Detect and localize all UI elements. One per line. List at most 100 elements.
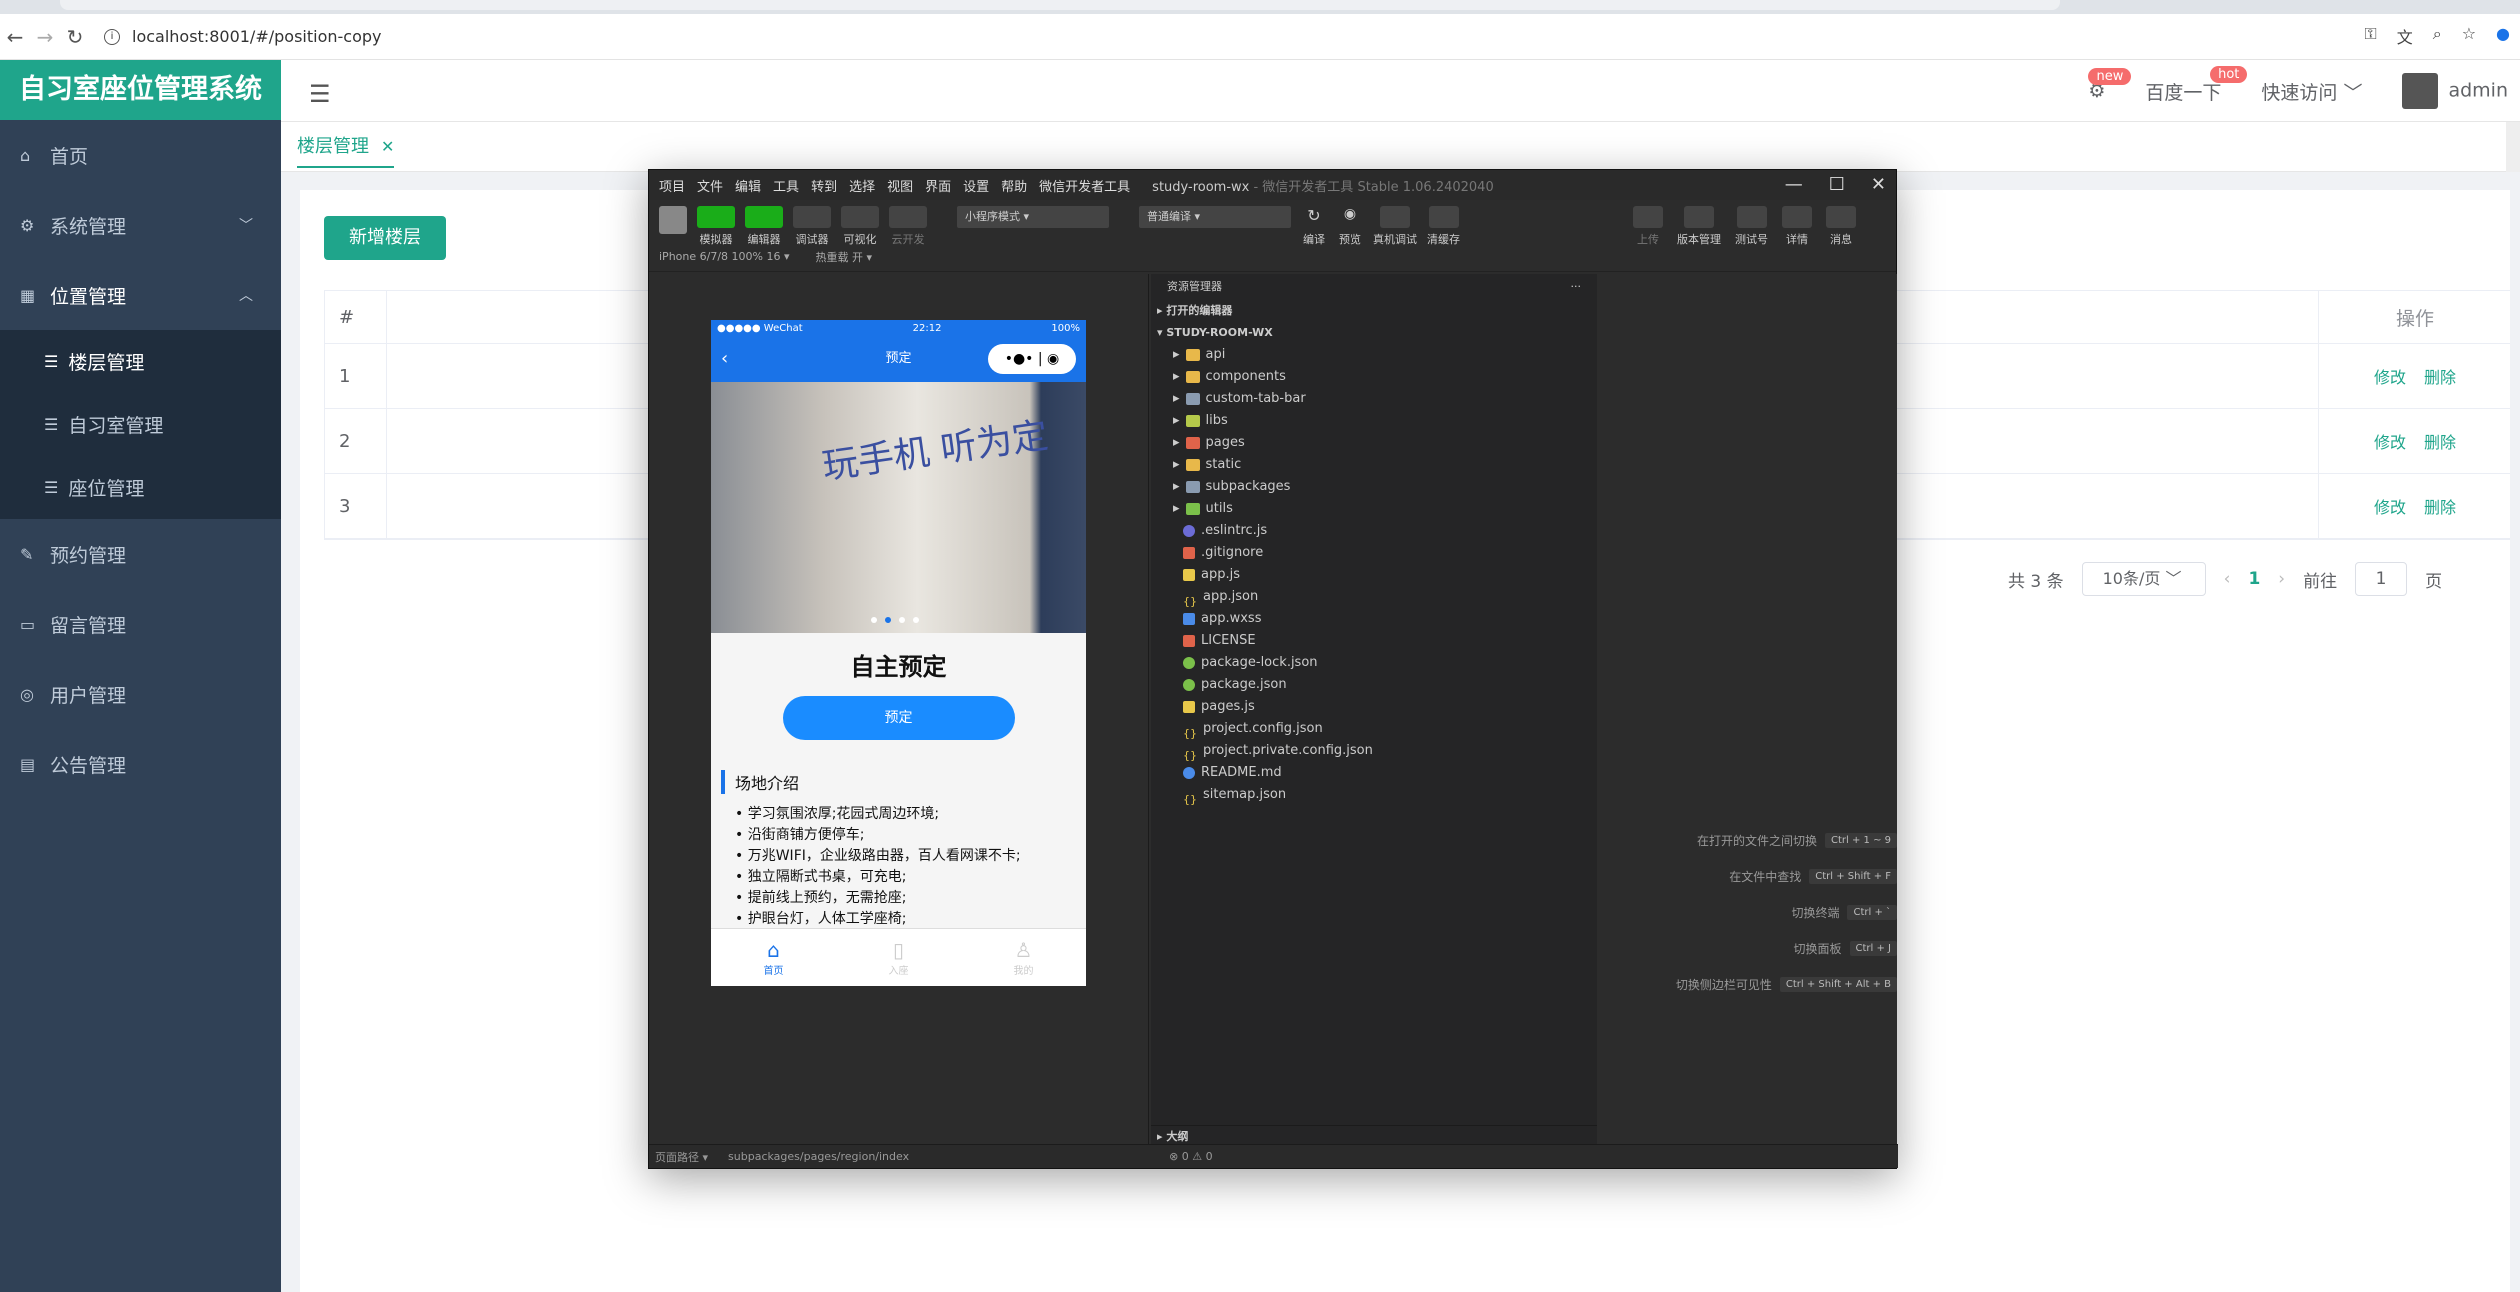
- details-button[interactable]: 详情: [1782, 206, 1812, 247]
- error-count[interactable]: ⊗ 0 ⚠ 0: [1169, 1150, 1213, 1163]
- sidebar-item-seat[interactable]: ☰ 座位管理: [0, 456, 281, 519]
- cloud-button[interactable]: 云开发: [889, 206, 927, 247]
- add-floor-button[interactable]: 新增楼层: [324, 216, 446, 260]
- sidebar-item-notice[interactable]: ▤ 公告管理: [0, 729, 281, 799]
- more-icon[interactable]: ···: [1571, 274, 1582, 300]
- page-size-select[interactable]: 10条/页 ﹀: [2081, 562, 2206, 596]
- quick-access-dropdown[interactable]: 快速访问 ﹀: [2261, 78, 2362, 105]
- messages-button[interactable]: 消息: [1826, 206, 1856, 247]
- file-item[interactable]: app.wxss: [1151, 608, 1597, 630]
- test-account-button[interactable]: 测试号: [1735, 206, 1768, 247]
- folder-item[interactable]: ▸ pages: [1151, 432, 1597, 454]
- baidu-link[interactable]: 百度一下 hot: [2145, 65, 2248, 105]
- file-item[interactable]: .gitignore: [1151, 542, 1597, 564]
- tag-floor-management[interactable]: 楼层管理 ✕: [297, 132, 395, 168]
- file-item[interactable]: {} project.private.config.json: [1151, 740, 1597, 762]
- page-path-label[interactable]: 页面路径 ▾: [655, 1149, 708, 1165]
- site-info-icon[interactable]: i: [104, 28, 120, 45]
- sidebar-item-system[interactable]: ⚙ 系统管理 ﹀: [0, 190, 281, 260]
- hamburger-icon[interactable]: ☰: [309, 80, 331, 108]
- tab-seat[interactable]: ▯ 入座: [889, 938, 909, 977]
- file-item[interactable]: package-lock.json: [1151, 652, 1597, 674]
- simulator-button[interactable]: 模拟器: [697, 206, 735, 247]
- file-item[interactable]: LICENSE: [1151, 630, 1597, 652]
- sidebar-item-floor[interactable]: ☰ 楼层管理: [0, 330, 281, 393]
- sidebar-item-user[interactable]: ◎ 用户管理: [0, 659, 281, 729]
- folder-item[interactable]: ▸ subpackages: [1151, 476, 1597, 498]
- file-item[interactable]: {} project.config.json: [1151, 718, 1597, 740]
- next-page-icon[interactable]: ›: [2278, 569, 2285, 589]
- browser-tab[interactable]: [60, 0, 2060, 10]
- upload-button[interactable]: 上传: [1633, 206, 1663, 247]
- back-icon[interactable]: ‹: [721, 336, 728, 382]
- open-editors-section[interactable]: ▸ 打开的编辑器: [1151, 300, 1597, 322]
- folder-item[interactable]: ▸ components: [1151, 366, 1597, 388]
- hot-reload-select[interactable]: 热重载 开 ▾: [816, 249, 873, 265]
- folder-item[interactable]: ▸ utils: [1151, 498, 1597, 520]
- tab-home[interactable]: ⌂ 首页: [764, 938, 784, 977]
- address-bar[interactable]: i localhost:8001/#/position-copy: [104, 27, 381, 46]
- folder-item[interactable]: ▸ static: [1151, 454, 1597, 476]
- prev-page-icon[interactable]: ‹: [2224, 569, 2231, 589]
- menu-wechat-devtools[interactable]: 微信开发者工具: [1039, 176, 1130, 195]
- user-menu[interactable]: admin: [2402, 73, 2508, 109]
- page-number[interactable]: 1: [2248, 569, 2260, 589]
- settings-button[interactable]: ⚙ new: [2088, 68, 2132, 102]
- mode-select[interactable]: 小程序模式 ▾: [957, 206, 1109, 228]
- file-item[interactable]: app.js: [1151, 564, 1597, 586]
- minimize-icon[interactable]: —: [1785, 174, 1803, 195]
- file-item[interactable]: pages.js: [1151, 696, 1597, 718]
- folder-item[interactable]: ▸ libs: [1151, 410, 1597, 432]
- menu-edit[interactable]: 编辑: [735, 176, 761, 195]
- goto-input[interactable]: 1: [2355, 562, 2408, 596]
- folder-item[interactable]: ▸ custom-tab-bar: [1151, 388, 1597, 410]
- scrollbar[interactable]: [2506, 122, 2520, 172]
- delete-link[interactable]: 删除: [2424, 494, 2456, 518]
- clear-cache-button[interactable]: 清缓存: [1427, 206, 1460, 247]
- menu-tools[interactable]: 工具: [773, 176, 799, 195]
- version-button[interactable]: 版本管理: [1677, 206, 1721, 247]
- edit-link[interactable]: 修改: [2374, 429, 2406, 453]
- file-item[interactable]: README.md: [1151, 762, 1597, 784]
- compile-button[interactable]: ↻ 编译: [1301, 206, 1327, 247]
- close-icon[interactable]: ✕: [1871, 174, 1886, 195]
- menu-interface[interactable]: 界面: [925, 176, 951, 195]
- delete-link[interactable]: 删除: [2424, 364, 2456, 388]
- preview-button[interactable]: ◉ 预览: [1337, 206, 1363, 247]
- menu-goto[interactable]: 转到: [811, 176, 837, 195]
- delete-link[interactable]: 删除: [2424, 429, 2456, 453]
- file-item[interactable]: .eslintrc.js: [1151, 520, 1597, 542]
- menu-select[interactable]: 选择: [849, 176, 875, 195]
- back-icon[interactable]: ←: [0, 25, 30, 49]
- reserve-button[interactable]: 预定: [782, 696, 1015, 740]
- star-icon[interactable]: ☆: [2462, 24, 2476, 48]
- edit-link[interactable]: 修改: [2374, 494, 2406, 518]
- banner-image[interactable]: 玩手机 听为定: [711, 382, 1086, 633]
- reload-icon[interactable]: ↻: [60, 25, 90, 49]
- sidebar-item-home[interactable]: ⌂ 首页: [0, 120, 281, 190]
- edit-link[interactable]: 修改: [2374, 364, 2406, 388]
- sidebar-item-message[interactable]: ▭ 留言管理: [0, 589, 281, 659]
- maximize-icon[interactable]: ☐: [1829, 174, 1845, 195]
- compile-select[interactable]: 普通编译 ▾: [1139, 206, 1291, 228]
- sidebar-item-room[interactable]: ☰ 自习室管理: [0, 393, 281, 456]
- debugger-button[interactable]: 调试器: [793, 206, 831, 247]
- zoom-icon[interactable]: ⌕: [2433, 24, 2442, 48]
- url-text[interactable]: localhost:8001/#/position-copy: [132, 27, 381, 46]
- menu-view[interactable]: 视图: [887, 176, 913, 195]
- editor-button[interactable]: 编辑器: [745, 206, 783, 247]
- close-icon[interactable]: ✕: [381, 137, 394, 156]
- device-select[interactable]: iPhone 6/7/8 100% 16 ▾: [659, 250, 790, 263]
- file-item[interactable]: {} app.json: [1151, 586, 1597, 608]
- file-item[interactable]: {} sitemap.json: [1151, 784, 1597, 806]
- key-icon[interactable]: ⚿: [2365, 24, 2377, 48]
- sidebar-item-reservation[interactable]: ✎ 预约管理: [0, 519, 281, 589]
- menu-settings[interactable]: 设置: [963, 176, 989, 195]
- menu-project[interactable]: 项目: [659, 176, 685, 195]
- profile-icon[interactable]: ●: [2496, 24, 2510, 48]
- translate-icon[interactable]: 文: [2397, 24, 2413, 48]
- visual-button[interactable]: 可视化: [841, 206, 879, 247]
- menu-file[interactable]: 文件: [697, 176, 723, 195]
- menu-help[interactable]: 帮助: [1001, 176, 1027, 195]
- project-root[interactable]: ▾ STUDY-ROOM-WX: [1151, 322, 1597, 344]
